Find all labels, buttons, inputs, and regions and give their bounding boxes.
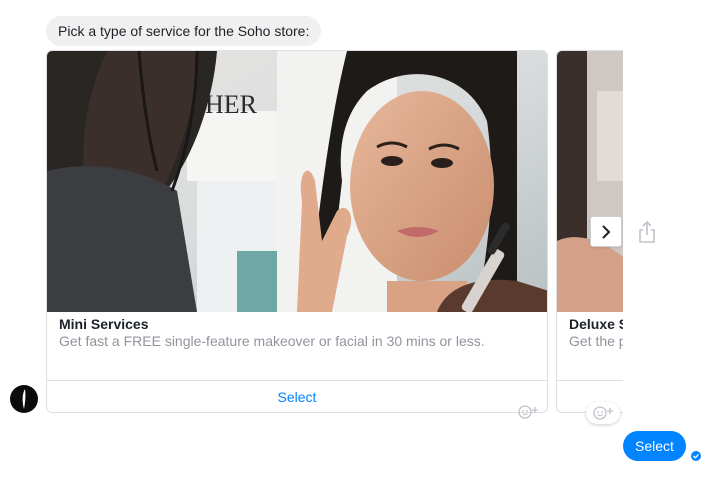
carousel-card-mini-services: HER Mini Services Get fast a FREE single…: [46, 50, 548, 413]
chevron-right-icon: [602, 224, 611, 239]
photo-sign-text: HER: [205, 90, 258, 119]
messenger-thread: Pick a type of service for the Soho stor…: [0, 0, 710, 491]
sent-message-bubble: Select: [623, 431, 686, 461]
add-reaction-icon[interactable]: [586, 402, 620, 424]
share-icon[interactable]: [637, 220, 657, 244]
bot-message-bubble: Pick a type of service for the Soho stor…: [46, 16, 322, 46]
add-reaction-icon[interactable]: [516, 403, 540, 421]
service-carousel: HER Mini Services Get fast a FREE single…: [46, 50, 623, 414]
carousel-next-button[interactable]: [590, 216, 622, 247]
card-photo: HER: [47, 51, 547, 312]
card-title: Mini Services: [59, 316, 149, 332]
select-button[interactable]: Select: [47, 381, 547, 412]
sephora-logo[interactable]: [10, 385, 38, 413]
card-photo: [557, 51, 623, 312]
card-subtitle: Get fast a FREE single-feature makeover …: [59, 333, 485, 349]
card-title: Deluxe S: [569, 316, 623, 332]
delivered-check-icon: [691, 451, 701, 461]
card-subtitle: Get the p required.: [569, 333, 623, 349]
